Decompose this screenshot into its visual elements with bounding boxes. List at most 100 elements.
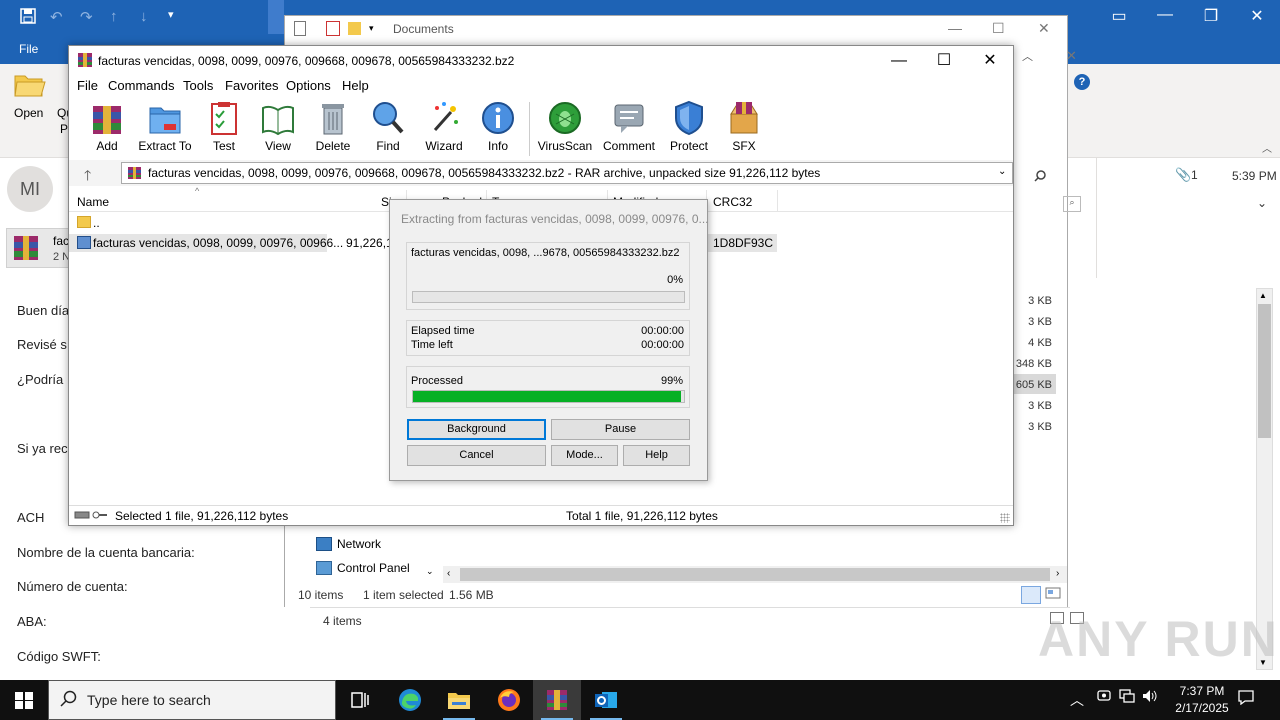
scrollbar-thumb[interactable]: [1258, 304, 1271, 438]
notification-icon[interactable]: [1238, 689, 1254, 709]
file-explorer-button[interactable]: [435, 680, 483, 720]
column-name[interactable]: Name: [77, 195, 109, 209]
parent-folder-row[interactable]: ..: [93, 216, 100, 230]
customize-toolbar-icon[interactable]: ▾: [168, 8, 174, 21]
elapsed-label: Elapsed time: [411, 325, 475, 337]
close-icon[interactable]: ✕: [1242, 6, 1272, 26]
toolbar-label: Extract To: [138, 139, 192, 153]
minimize-icon[interactable]: —: [879, 50, 919, 72]
scrollbar-thumb[interactable]: [460, 568, 1050, 581]
ribbon-display-icon[interactable]: ▭: [1104, 6, 1134, 26]
minimize-icon[interactable]: —: [1150, 6, 1180, 24]
start-button[interactable]: [0, 680, 48, 720]
edge-button[interactable]: [386, 680, 434, 720]
wizard-button[interactable]: Wizard: [420, 100, 468, 156]
winrar-taskbar-button[interactable]: [533, 680, 581, 720]
chevron-down-icon[interactable]: ⌄: [1257, 196, 1267, 210]
toolbar-label: Find: [376, 139, 400, 153]
details-view-icon[interactable]: [1021, 586, 1041, 604]
file-tab[interactable]: File: [19, 42, 38, 56]
collapse-ribbon-icon[interactable]: ︿: [1022, 48, 1033, 64]
menu-options[interactable]: Options: [286, 78, 331, 93]
chevron-down-icon[interactable]: ⌄: [426, 566, 434, 577]
dropdown-icon[interactable]: ▾: [369, 23, 374, 34]
virus-scan-icon: [549, 102, 581, 134]
toolbar-label: Add: [96, 139, 118, 153]
resize-grip[interactable]: [1000, 513, 1010, 523]
item-count: 4 items: [323, 614, 362, 628]
up-arrow-icon[interactable]: 🡑: [84, 165, 91, 189]
extract-to-button[interactable]: Extract To: [137, 100, 193, 156]
restore-icon[interactable]: ❐: [1196, 6, 1226, 26]
redo-icon[interactable]: ↷: [80, 8, 93, 26]
arrow-up-icon[interactable]: ↑: [110, 8, 118, 25]
file-size: 91,226,1: [346, 236, 393, 250]
find-button[interactable]: Find: [367, 100, 409, 156]
minimize-icon[interactable]: —: [948, 20, 962, 36]
menu-commands[interactable]: Commands: [108, 78, 174, 93]
view-button[interactable]: View: [255, 100, 301, 156]
maximize-icon[interactable]: ☐: [924, 50, 964, 72]
search-icon[interactable]: [1034, 170, 1046, 185]
add-archive-icon: [93, 106, 121, 134]
firefox-button[interactable]: [485, 680, 533, 720]
menu-favorites[interactable]: Favorites: [225, 78, 278, 93]
folder-icon[interactable]: [348, 22, 361, 35]
meet-now-icon[interactable]: [1097, 689, 1111, 706]
clock-date[interactable]: 2/17/2025: [1162, 701, 1242, 715]
arrow-down-icon[interactable]: ↓: [140, 8, 148, 25]
clock-time[interactable]: 7:37 PM: [1172, 684, 1232, 698]
pause-button[interactable]: Pause: [551, 419, 690, 440]
background-button[interactable]: Background: [407, 419, 546, 440]
body-line: Nombre de la cuenta bancaria:: [17, 545, 195, 560]
test-button[interactable]: Test: [202, 100, 246, 156]
task-view-button[interactable]: [336, 680, 384, 720]
avatar: MI: [7, 166, 53, 212]
undo-icon[interactable]: ↶: [50, 8, 63, 26]
comment-button[interactable]: Comment: [600, 100, 658, 156]
open-label[interactable]: Open: [14, 106, 43, 120]
delete-button[interactable]: Delete: [310, 100, 356, 156]
menu-tools[interactable]: Tools: [183, 78, 213, 93]
close-icon[interactable]: ✕: [1066, 48, 1077, 64]
scroll-up-icon[interactable]: ▲: [1259, 291, 1267, 300]
tool-tab-fragment: [268, 0, 284, 34]
cancel-button[interactable]: Cancel: [407, 445, 546, 466]
add-button[interactable]: Add: [84, 100, 130, 156]
close-icon[interactable]: ✕: [1038, 20, 1050, 37]
toolbar-separator: [529, 102, 530, 156]
outlook-taskbar-button[interactable]: [582, 680, 630, 720]
collapse-ribbon-icon[interactable]: ︿: [1262, 140, 1272, 155]
scroll-left-icon[interactable]: ‹: [447, 568, 450, 579]
volume-icon[interactable]: [1142, 689, 1158, 706]
checklist-icon[interactable]: [326, 21, 340, 36]
virusscan-button[interactable]: VirusScan: [537, 100, 593, 156]
scroll-right-icon[interactable]: ›: [1056, 568, 1059, 579]
menu-file[interactable]: File: [77, 78, 98, 93]
nav-item-control-panel[interactable]: Control Panel: [337, 561, 410, 575]
folder-open-icon[interactable]: [14, 72, 46, 98]
search-icon[interactable]: ⌕: [1063, 196, 1081, 212]
nav-item-network[interactable]: Network: [337, 537, 381, 551]
info-button[interactable]: Info: [478, 100, 518, 156]
properties-icon[interactable]: [294, 21, 306, 36]
column-crc32[interactable]: CRC32: [713, 195, 752, 209]
help-icon[interactable]: ?: [1074, 74, 1090, 90]
large-icons-view-icon[interactable]: [1045, 586, 1063, 604]
maximize-icon[interactable]: ☐: [992, 20, 1005, 37]
firefox-icon: [498, 689, 520, 711]
chevron-down-icon[interactable]: ⌄: [998, 166, 1006, 177]
menu-help[interactable]: Help: [342, 78, 369, 93]
time-left-value: 00:00:00: [641, 339, 684, 351]
mode-button[interactable]: Mode...: [551, 445, 618, 466]
file-name[interactable]: facturas vencidas, 0098, 0099, 00976, 00…: [93, 236, 343, 250]
show-hidden-icons-icon[interactable]: ︿: [1070, 690, 1084, 710]
close-icon[interactable]: ✕: [970, 50, 1010, 72]
save-icon[interactable]: [20, 8, 36, 28]
help-button[interactable]: Help: [623, 445, 690, 466]
time-left-label: Time left: [411, 339, 453, 351]
elapsed-value: 00:00:00: [641, 325, 684, 337]
network-icon[interactable]: [1119, 689, 1135, 706]
sfx-button[interactable]: SFX: [721, 100, 767, 156]
protect-button[interactable]: Protect: [666, 100, 712, 156]
